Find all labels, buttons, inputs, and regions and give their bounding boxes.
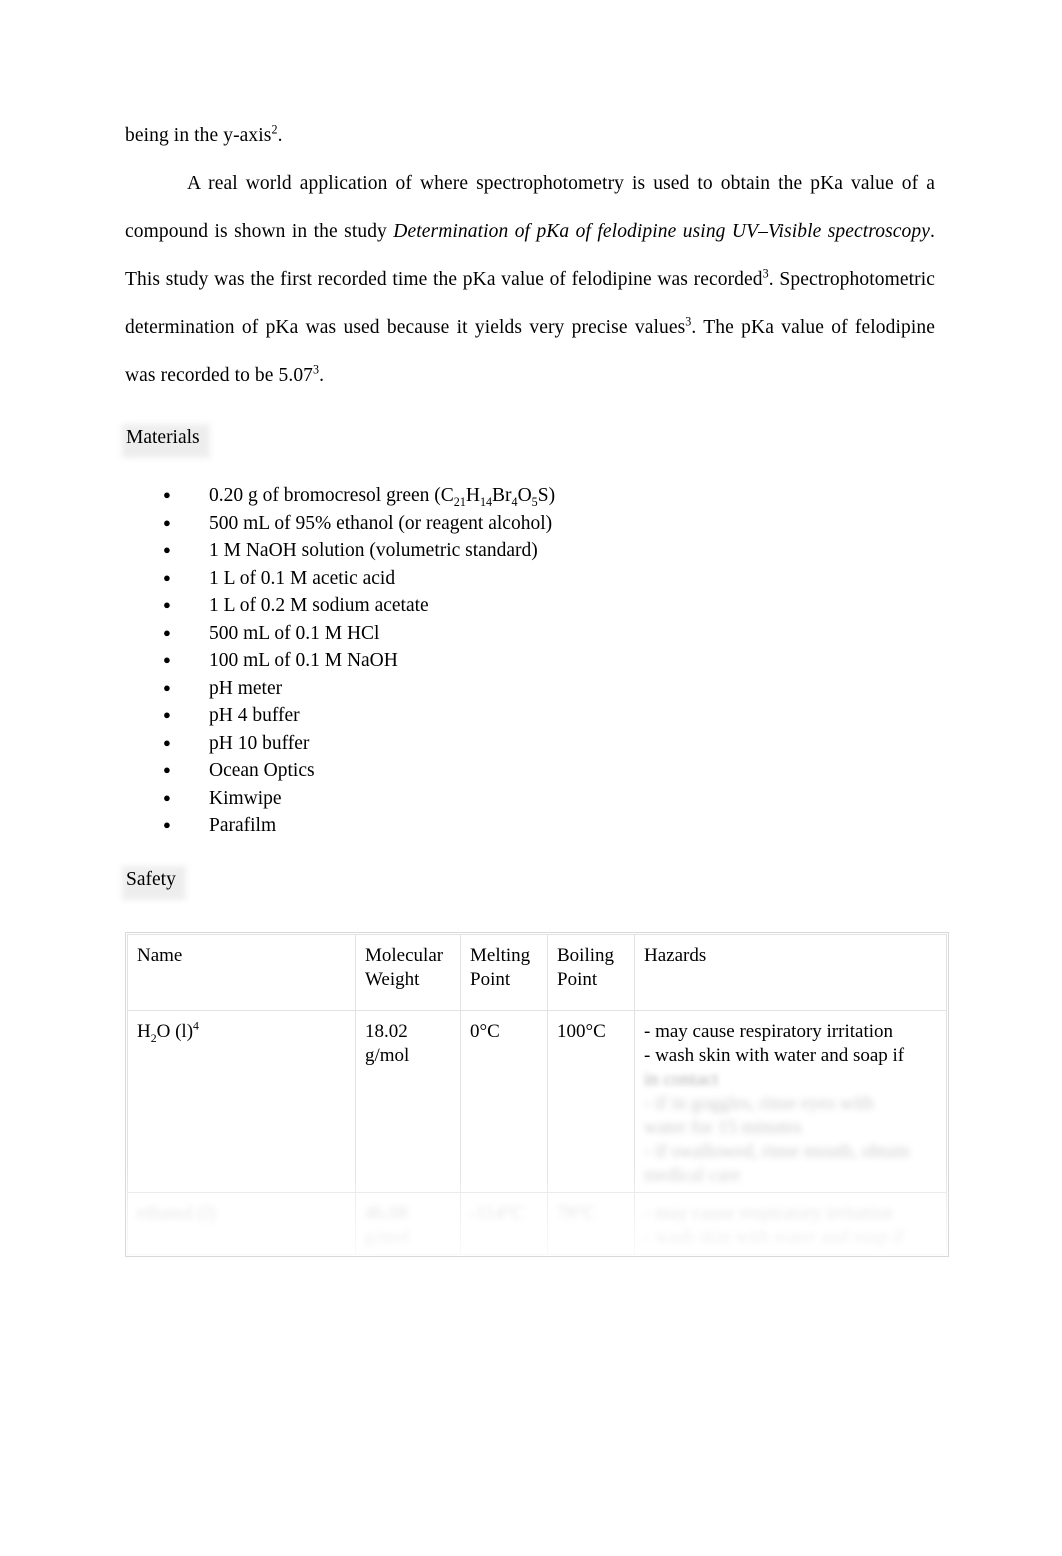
formula-el-br: Br bbox=[492, 485, 512, 506]
column-header-name: Name bbox=[127, 933, 356, 1011]
hazard-line: - wash skin with water and soap if bbox=[644, 1044, 905, 1066]
paragraph-end-period: . bbox=[319, 365, 325, 386]
list-item: pH 4 buffer bbox=[163, 701, 935, 730]
cell-name-obscured: ethanol (l) bbox=[127, 1191, 356, 1255]
list-item-text: Ocean Optics bbox=[209, 760, 315, 781]
list-item-text: 1 L of 0.2 M sodium acetate bbox=[209, 595, 429, 616]
column-header-melting-point: Melting Point bbox=[460, 933, 548, 1011]
list-item: 100 mL of 0.1 M NaOH bbox=[163, 646, 935, 675]
formula-sub-21: 21 bbox=[453, 494, 466, 509]
cell-melting-point-obscured: -114°C bbox=[460, 1191, 548, 1255]
list-item-text: 100 mL of 0.1 M NaOH bbox=[209, 650, 398, 671]
cell-text-obscured: -114°C bbox=[470, 1202, 525, 1224]
list-item-suffix: ) bbox=[548, 485, 556, 506]
formula-el-s: S bbox=[537, 485, 549, 506]
table-row: ethanol (l) 46.08 g/mol -114°C 78°C - ma… bbox=[127, 1191, 947, 1255]
chem-o-state: O (l) bbox=[156, 1020, 194, 1042]
list-item: 0.20 g of bromocresol green (C21H14Br4O5… bbox=[163, 481, 935, 510]
cell-text-obscured: 46.08 g/mol bbox=[365, 1202, 410, 1248]
safety-table-wrapper: Name Molecular Weight Melting Point Boil… bbox=[125, 931, 949, 1257]
formula-el-h: H bbox=[465, 485, 480, 506]
formula-sub-14: 14 bbox=[479, 494, 493, 509]
list-item: pH 10 buffer bbox=[163, 729, 935, 758]
list-item: 500 mL of 0.1 M HCl bbox=[163, 619, 935, 648]
safety-heading-label: Safety bbox=[126, 868, 176, 890]
hazard-line-obscured: medical care bbox=[644, 1164, 741, 1186]
hazard-line-obscured: water for 15 minutes bbox=[644, 1116, 802, 1138]
list-item-text: 500 mL of 0.1 M HCl bbox=[209, 622, 380, 644]
section-heading-materials: Materials bbox=[125, 422, 210, 456]
column-header-hazards: Hazards bbox=[634, 933, 947, 1011]
materials-list: 0.20 g of bromocresol green (C21H14Br4O5… bbox=[125, 481, 935, 840]
list-item-text: pH meter bbox=[209, 677, 283, 699]
list-item-text: pH 4 buffer bbox=[209, 705, 300, 726]
list-item: pH meter bbox=[163, 674, 935, 703]
hazard-line-obscured: - if swallowed, rinse mouth, obtain bbox=[644, 1140, 910, 1162]
section-heading-safety: Safety bbox=[125, 864, 186, 898]
cell-hazards-obscured: - may cause respiratory irritation - was… bbox=[634, 1191, 947, 1255]
cell-hazards-water: - may cause respiratory irritation - was… bbox=[634, 1009, 947, 1193]
list-item: Parafilm bbox=[163, 811, 935, 840]
column-header-molecular-weight: Molecular Weight bbox=[355, 933, 461, 1011]
cell-molecular-weight-water: 18.02 g/mol bbox=[355, 1009, 461, 1193]
safety-table: Name Molecular Weight Melting Point Boil… bbox=[127, 933, 947, 1255]
column-header-boiling-point: Boiling Point bbox=[547, 933, 635, 1011]
table-header-row: Name Molecular Weight Melting Point Boil… bbox=[127, 933, 947, 1011]
paragraph-y-axis-period: . bbox=[277, 125, 283, 146]
materials-heading-label: Materials bbox=[126, 427, 200, 448]
footnote-marker-4: 4 bbox=[193, 1019, 199, 1033]
cell-boiling-point-obscured: 78°C bbox=[547, 1191, 635, 1255]
hazard-line: - may cause respiratory irritation bbox=[644, 1020, 894, 1042]
list-item-text: 500 mL of 95% ethanol (or reagent alcoho… bbox=[209, 512, 553, 534]
document-page: being in the y-axis2. A real world appli… bbox=[0, 0, 1062, 1556]
list-item-text: pH 10 buffer bbox=[209, 732, 310, 754]
list-item: Ocean Optics bbox=[163, 756, 935, 785]
hazard-line-obscured: - if in goggles, rinse eyes with bbox=[644, 1092, 874, 1114]
cell-text-obscured: 78°C bbox=[557, 1202, 597, 1224]
document-content: being in the y-axis2. A real world appli… bbox=[125, 112, 949, 1257]
list-item: Kimwipe bbox=[163, 784, 935, 813]
paragraph-y-axis-text: being in the y-axis bbox=[125, 125, 272, 146]
cell-name-water: H2O (l)4 bbox=[127, 1009, 356, 1193]
materials-heading-block: Materials bbox=[125, 422, 935, 456]
cell-melting-point-water: 0°C bbox=[460, 1009, 548, 1193]
cell-molecular-weight-obscured: 46.08 g/mol bbox=[355, 1191, 461, 1255]
list-item-text: 1 M NaOH solution (volumetric standard) bbox=[209, 540, 538, 561]
chem-h: H bbox=[137, 1020, 151, 1042]
table-row: H2O (l)4 18.02 g/mol 0°C 100°C - may cau… bbox=[127, 1009, 947, 1193]
cell-boiling-point-water: 100°C bbox=[547, 1009, 635, 1193]
list-item-text: 1 L of 0.1 M acetic acid bbox=[209, 567, 396, 589]
list-item: 500 mL of 95% ethanol (or reagent alcoho… bbox=[163, 509, 935, 538]
list-item: 1 L of 0.1 M acetic acid bbox=[163, 564, 935, 593]
list-item-text: Parafilm bbox=[209, 815, 277, 836]
cell-text-obscured: ethanol (l) bbox=[137, 1202, 216, 1224]
list-item: 1 L of 0.2 M sodium acetate bbox=[163, 591, 935, 620]
list-item-text: 0.20 g of bromocresol green (C bbox=[209, 485, 454, 506]
paragraph-real-world-application: A real world application of where spectr… bbox=[125, 160, 935, 400]
hazard-line-obscured: - wash skin with water and soap if bbox=[644, 1226, 905, 1248]
safety-heading-block: Safety bbox=[125, 864, 935, 898]
list-item-text: Kimwipe bbox=[209, 787, 282, 809]
hazard-line-obscured: in contact bbox=[644, 1068, 719, 1090]
study-title-italic: Determination of pKa of felodipine using… bbox=[393, 221, 931, 242]
paragraph-y-axis: being in the y-axis2. bbox=[125, 112, 935, 160]
hazard-line-obscured: - may cause respiratory irritation bbox=[644, 1202, 894, 1224]
list-item: 1 M NaOH solution (volumetric standard) bbox=[163, 536, 935, 565]
formula-el-o: O bbox=[517, 485, 532, 506]
